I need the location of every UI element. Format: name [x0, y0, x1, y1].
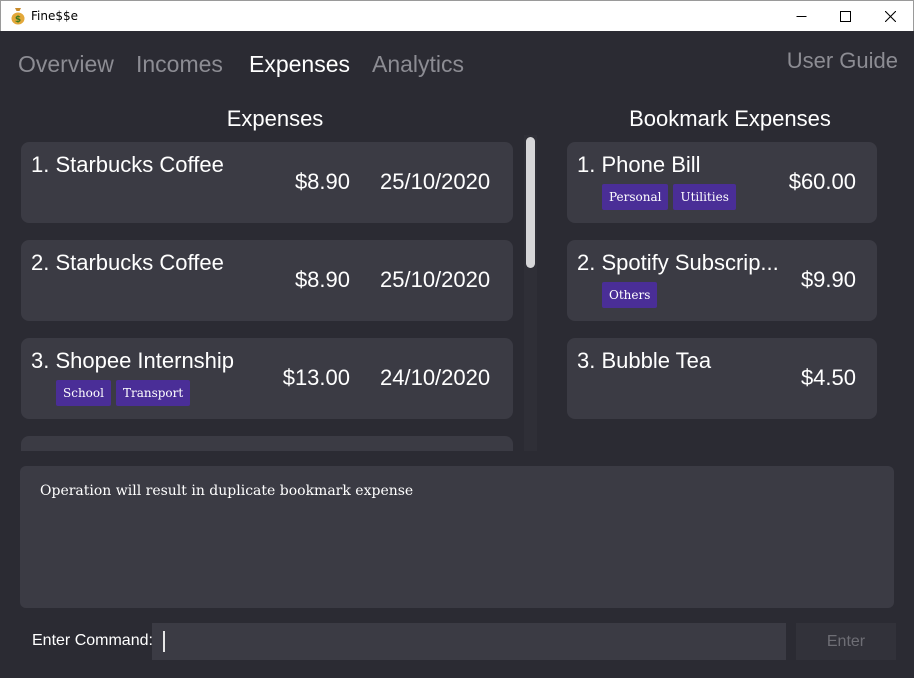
expense-date: 25/10/2020	[380, 169, 491, 194]
enter-button[interactable]: Enter	[796, 623, 896, 660]
tab-overview[interactable]: Overview	[18, 51, 114, 78]
command-input[interactable]	[152, 623, 786, 660]
result-display: Operation will result in duplicate bookm…	[20, 466, 894, 608]
tab-analytics[interactable]: Analytics	[372, 51, 464, 78]
bookmark-expenses-title: Bookmark Expenses	[629, 106, 831, 131]
minimize-button[interactable]	[778, 1, 824, 31]
expense-date: 24/10/2020	[380, 365, 491, 390]
expense-card[interactable]: 2. Starbucks Coffee $8.90 25/10/2020	[21, 240, 513, 321]
tab-expenses[interactable]: Expenses	[249, 51, 350, 78]
tag: Utilities	[673, 184, 736, 210]
maximize-button[interactable]	[822, 1, 868, 31]
text-caret	[163, 631, 165, 652]
bookmark-amount: $4.50	[800, 365, 856, 390]
user-guide-link[interactable]: User Guide	[787, 48, 898, 74]
money-bag-icon: $	[11, 8, 25, 25]
expense-name: 3. Shopee Internship	[31, 348, 235, 373]
bookmark-amount: $60.00	[788, 169, 856, 194]
expense-card[interactable]	[21, 436, 513, 451]
app-body: Overview Incomes Expenses Analytics User…	[1, 31, 913, 677]
bookmark-name: 3. Bubble Tea	[577, 348, 712, 373]
bookmark-amount: $9.90	[800, 267, 856, 292]
expense-name: 2. Starbucks Coffee	[31, 250, 224, 275]
minimize-icon	[796, 15, 806, 17]
expense-list[interactable]: 1. Starbucks Coffee $8.90 25/10/2020 2. …	[20, 135, 516, 451]
bookmark-card[interactable]: 3. Bubble Tea $4.50	[567, 338, 877, 419]
expenses-title: Expenses	[226, 106, 324, 131]
bookmark-card[interactable]: 1. Phone Bill Personal Utilities $60.00	[567, 142, 877, 223]
bookmark-name: 1. Phone Bill	[577, 152, 701, 177]
maximize-icon	[839, 10, 851, 22]
expense-card[interactable]: 3. Shopee Internship School Transport $1…	[21, 338, 513, 419]
tag: Transport	[115, 380, 191, 406]
expense-amount: $8.90	[294, 267, 350, 292]
result-message: Operation will result in duplicate bookm…	[40, 483, 414, 499]
bookmark-name: 2. Spotify Subscrip...	[577, 250, 779, 275]
expense-amount: $8.90	[294, 169, 350, 194]
expense-card[interactable]: 1. Starbucks Coffee $8.90 25/10/2020	[21, 142, 513, 223]
tab-incomes[interactable]: Incomes	[136, 51, 223, 78]
expense-name: 1. Starbucks Coffee	[31, 152, 224, 177]
tag: Personal	[602, 184, 669, 210]
tag-list: Others	[602, 282, 658, 308]
window-title-bar: $ Fine$$e	[0, 0, 914, 31]
expense-date: 25/10/2020	[380, 267, 491, 292]
close-icon	[884, 10, 896, 22]
window-title: Fine$$e	[31, 9, 79, 23]
tag: School	[56, 380, 111, 406]
expense-amount: $13.00	[282, 365, 350, 390]
command-label: Enter Command:	[32, 632, 153, 649]
tag-list: School Transport	[56, 380, 191, 406]
expense-list-scrollbar[interactable]	[524, 135, 537, 451]
scrollbar-thumb[interactable]	[526, 137, 535, 268]
close-button[interactable]	[867, 1, 913, 31]
tag: Others	[602, 282, 658, 308]
bookmark-card[interactable]: 2. Spotify Subscrip... Others $9.90	[567, 240, 877, 321]
svg-text:$: $	[15, 15, 21, 25]
tag-list: Personal Utilities	[602, 184, 736, 210]
